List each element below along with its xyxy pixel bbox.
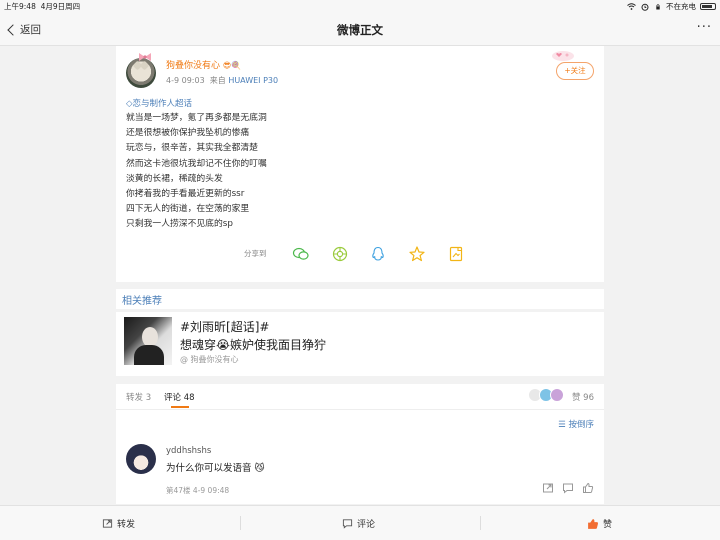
related-item[interactable]: #刘雨昕[超话]# 想魂穿😭嫉妒使我面目狰狞 @ 狗叠你没有心 <box>116 312 604 376</box>
related-line-2: 想魂穿😭嫉妒使我面目狰狞 <box>180 338 327 352</box>
post-line: 你拷着我的手看最近更新的ssr <box>126 189 245 200</box>
liker-avatars[interactable] <box>528 388 564 402</box>
like-comment-icon[interactable] <box>582 482 594 494</box>
status-right: 不在充电 <box>627 1 716 12</box>
sort-label: 按倒序 <box>568 420 594 430</box>
comment-list: ☰ 按倒序 yddhshshs 为什么你可以发语音 😼 第47楼 4-9 09:… <box>116 410 604 504</box>
divider <box>240 516 241 530</box>
comment-tabs: 转发 3 评论 48 赞 96 <box>116 384 604 410</box>
post-device[interactable]: HUAWEI P30 <box>228 76 278 85</box>
super-topic-link[interactable]: ◇恋与制作人超话 <box>126 97 192 109</box>
battery-icon <box>700 3 716 10</box>
comment-button[interactable]: 评论 <box>342 517 375 530</box>
avatar-cat-ear-right <box>139 60 150 71</box>
thumbs-up-icon <box>588 518 598 529</box>
author-avatar[interactable] <box>126 58 156 88</box>
related-title: 相关推荐 <box>122 296 162 307</box>
post-line: 淡黄的长裙，稀疏的头发 <box>126 173 223 184</box>
related-thumbnail <box>124 317 172 365</box>
reply-comment-icon[interactable] <box>562 482 574 494</box>
status-bar: 上午9:48 4月9日周四 不在充电 <box>0 0 720 13</box>
lock-rotation-icon <box>653 3 662 10</box>
like-button[interactable]: 赞 <box>587 517 612 530</box>
tab-comments[interactable]: 评论 48 <box>164 391 195 403</box>
save-image-icon[interactable] <box>447 245 465 263</box>
share-row: 分享到 <box>116 242 604 266</box>
comment-icon <box>342 519 353 529</box>
share-label: 分享到 <box>244 249 267 258</box>
post-card: 狗叠你没有心 😎🍭 4-9 09:03 来自 HUAWEI P30 +关注 ◇恋… <box>116 46 604 282</box>
post-line: 然而这卡池很坑我却记不住你的叮嘱 <box>126 158 267 169</box>
post-body: 就当是一场梦，氪了再多都是无底洞 还是很想被你保护我坠机的惨痛 玩恋与，很辛苦，… <box>126 111 267 233</box>
alarm-icon <box>640 3 649 11</box>
tab-reposts[interactable]: 转发 3 <box>126 391 151 403</box>
comment-meta: 第47楼 4-9 09:48 <box>166 486 230 495</box>
related-source: @ 狗叠你没有心 <box>180 355 239 364</box>
status-left: 上午9:48 4月9日周四 <box>4 1 80 12</box>
related-header: 相关推荐 <box>116 289 604 309</box>
comment-text-body: 为什么你可以发语音 <box>166 463 252 474</box>
star-favorite-icon[interactable] <box>408 245 426 263</box>
related-line-1: #刘雨昕[超话]# <box>180 320 270 334</box>
commenter-avatar[interactable] <box>126 444 156 474</box>
wechat-share-icon[interactable] <box>292 245 310 263</box>
page-title: 微博正文 <box>337 23 383 37</box>
author-name-emojis: 😎🍭 <box>222 61 242 70</box>
post-line: 就当是一场梦，氪了再多都是无底洞 <box>126 113 267 123</box>
author-name[interactable]: 狗叠你没有心 😎🍭 <box>166 58 241 71</box>
likes-count[interactable]: 赞 96 <box>572 391 594 403</box>
repost-label: 转发 <box>117 520 136 530</box>
like-label: 赞 <box>603 520 613 530</box>
thumbnail-face <box>142 327 158 347</box>
active-tab-indicator <box>171 406 189 408</box>
more-options-button[interactable]: ··· <box>697 20 712 35</box>
share-comment-icon[interactable] <box>542 482 554 494</box>
post-source-prefix: 来自 <box>209 76 226 85</box>
post-line: 四下无人的街道，在空荡的家里 <box>126 204 250 215</box>
super-topic-label: 恋与制作人超话 <box>132 99 193 109</box>
repost-icon <box>102 519 113 528</box>
follow-button[interactable]: +关注 <box>556 62 594 80</box>
bow-decoration-icon <box>139 53 151 61</box>
moments-share-icon[interactable] <box>331 245 349 263</box>
nav-bar: 返回 微博正文 ··· <box>0 13 720 46</box>
charge-status: 不在充电 <box>666 2 696 11</box>
divider <box>480 516 481 530</box>
status-date: 4月9日周四 <box>40 2 81 11</box>
comment-label: 评论 <box>357 520 376 530</box>
comment-actions <box>542 482 594 494</box>
post-time: 4-9 09:03 <box>166 76 205 85</box>
post-meta: 4-9 09:03 来自 HUAWEI P30 <box>166 75 278 86</box>
sort-icon: ☰ <box>558 420 566 430</box>
thumbnail-figure <box>134 345 164 365</box>
commenter-name[interactable]: yddhshshs <box>166 446 211 456</box>
comment-text: 为什么你可以发语音 😼 <box>166 460 264 474</box>
repost-button[interactable]: 转发 <box>102 517 135 530</box>
author-name-text: 狗叠你没有心 <box>166 61 221 71</box>
bottom-action-bar: 转发 评论 赞 <box>0 505 720 540</box>
post-line: 只剩我一人捞深不见底的sp <box>126 219 233 230</box>
comment-emoji: 😼 <box>254 463 265 474</box>
liker-avatar <box>550 388 564 402</box>
wifi-icon <box>627 3 636 10</box>
qq-share-icon[interactable] <box>369 245 387 263</box>
post-line: 玩恋与，很辛苦，其实我全都清楚 <box>126 143 258 154</box>
status-time: 上午9:48 <box>4 2 36 11</box>
post-line: 还是很想被你保护我坠机的惨痛 <box>126 128 250 139</box>
sort-order-button[interactable]: ☰ 按倒序 <box>558 418 594 430</box>
